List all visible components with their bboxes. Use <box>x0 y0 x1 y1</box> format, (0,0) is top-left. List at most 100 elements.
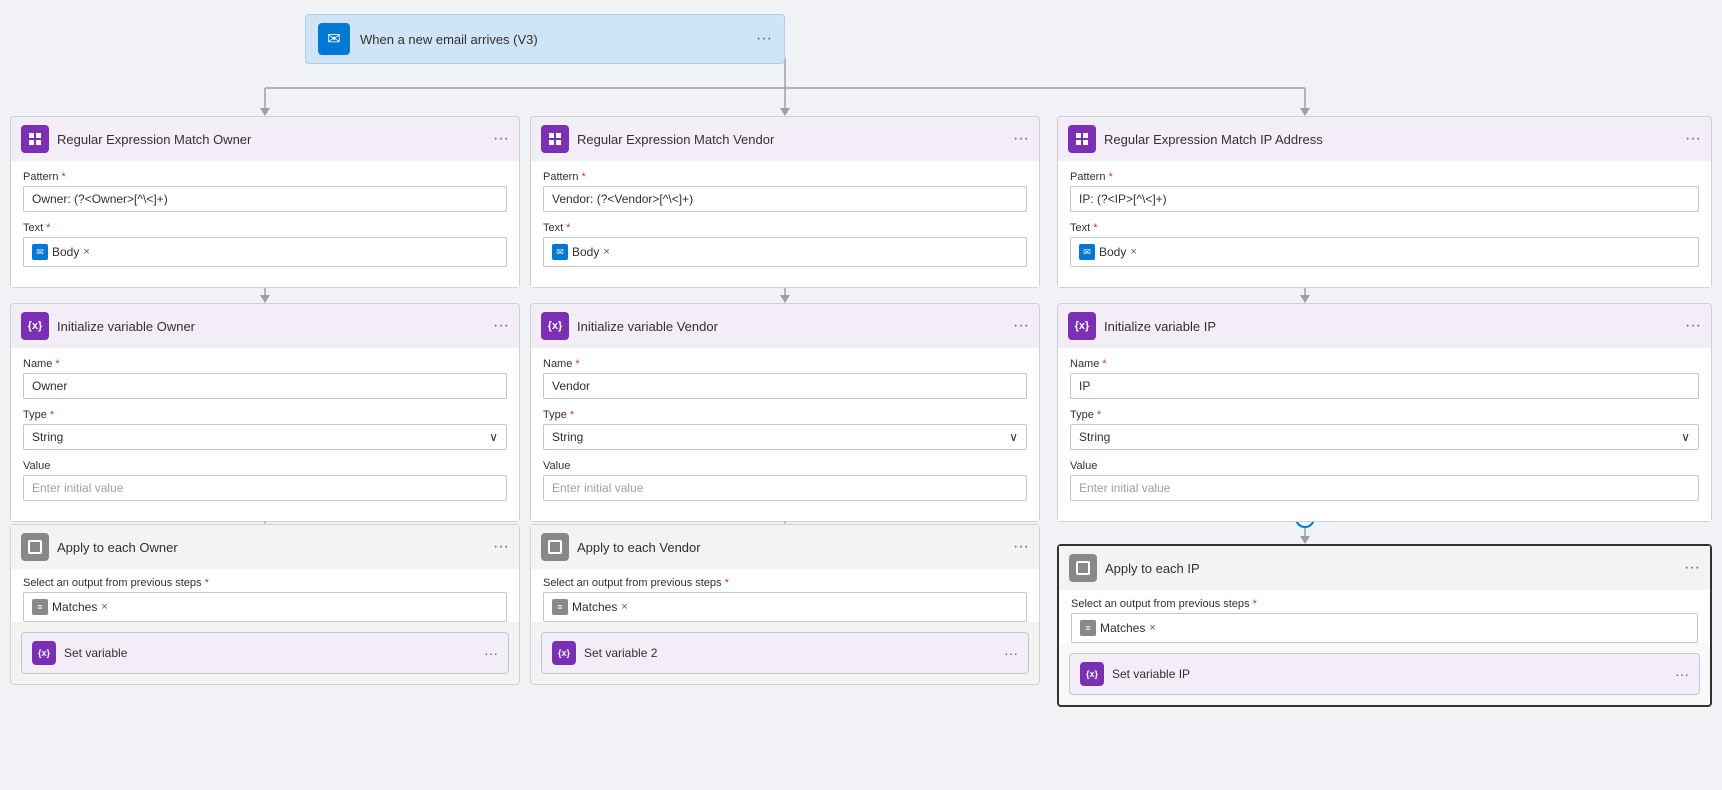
init-vendor-value-input[interactable]: Enter initial value <box>543 475 1027 501</box>
regex-ip-pattern-input[interactable]: IP: (?<IP>[^\<]+) <box>1070 186 1699 212</box>
init-owner-title: Initialize variable Owner <box>57 319 485 334</box>
regex-ip-pattern-label: Pattern * <box>1070 171 1699 183</box>
chevron-icon-vendor: ∨ <box>1009 430 1018 444</box>
init-owner-type-label: Type * <box>23 409 507 421</box>
apply-owner-title: Apply to each Owner <box>57 540 485 555</box>
matches-icon-owner: ≡ <box>32 599 48 615</box>
matches-close-ip[interactable]: × <box>1149 622 1155 634</box>
apply-owner-icon <box>21 533 49 561</box>
trigger-icon: ✉ <box>318 23 350 55</box>
vendor-body-tag-text: Body <box>572 245 599 259</box>
regex-ip-header: Regular Expression Match IP Address ··· <box>1058 117 1711 161</box>
apply-card-ip: Apply to each IP ··· Select an output fr… <box>1057 544 1712 707</box>
init-ip-type-select[interactable]: String ∨ <box>1070 424 1699 450</box>
apply-vendor-select-input[interactable]: ≡ Matches × <box>543 592 1027 622</box>
set-variable-vendor[interactable]: {x} Set variable 2 ··· <box>541 632 1029 674</box>
apply-ip-icon <box>1069 554 1097 582</box>
canvas: + ✉ When a new email arrives (V3) ··· Re… <box>0 0 1722 790</box>
apply-owner-select-label: Select an output from previous steps * <box>23 577 507 589</box>
apply-ip-select-input[interactable]: ≡ Matches × <box>1071 613 1698 643</box>
regex-owner-pattern-label: Pattern * <box>23 171 507 183</box>
set-variable-ip[interactable]: {x} Set variable IP ··· <box>1069 653 1700 695</box>
set-var-icon-owner: {x} <box>32 641 56 665</box>
vendor-body-tag-icon: ✉ <box>552 244 568 260</box>
regex-owner-text-input[interactable]: ✉ Body × <box>23 237 507 267</box>
init-owner-value-input[interactable]: Enter initial value <box>23 475 507 501</box>
ip-body-tag: ✉ Body × <box>1079 244 1137 260</box>
apply-vendor-select-label: Select an output from previous steps * <box>543 577 1027 589</box>
regex-card-vendor: Regular Expression Match Vendor ··· Patt… <box>530 116 1040 288</box>
init-ip-icon: {x} <box>1068 312 1096 340</box>
init-vendor-value-label: Value <box>543 460 1027 472</box>
body-tag-close[interactable]: × <box>83 246 89 258</box>
init-ip-value-label: Value <box>1070 460 1699 472</box>
matches-close-owner[interactable]: × <box>101 601 107 613</box>
init-vendor-name-label: Name * <box>543 358 1027 370</box>
set-variable-owner[interactable]: {x} Set variable ··· <box>21 632 509 674</box>
regex-owner-menu[interactable]: ··· <box>493 130 509 148</box>
init-ip-name-input[interactable]: IP <box>1070 373 1699 399</box>
ip-body-tag-close[interactable]: × <box>1130 246 1136 258</box>
matches-text-vendor: Matches <box>572 600 617 614</box>
regex-ip-text-input[interactable]: ✉ Body × <box>1070 237 1699 267</box>
init-card-owner-header: {x} Initialize variable Owner ··· <box>11 304 519 348</box>
matches-icon-ip: ≡ <box>1080 620 1096 636</box>
init-vendor-type-select[interactable]: String ∨ <box>543 424 1027 450</box>
apply-ip-title: Apply to each IP <box>1105 561 1676 576</box>
init-owner-menu[interactable]: ··· <box>493 317 509 335</box>
trigger-menu[interactable]: ··· <box>756 30 772 48</box>
apply-card-vendor: Apply to each Vendor ··· Select an outpu… <box>530 524 1040 685</box>
init-vendor-menu[interactable]: ··· <box>1013 317 1029 335</box>
init-card-ip: {x} Initialize variable IP ··· Name * IP… <box>1057 303 1712 522</box>
regex-owner-text-label: Text * <box>23 222 507 234</box>
apply-ip-body: Select an output from previous steps * ≡… <box>1059 590 1710 643</box>
regex-vendor-menu[interactable]: ··· <box>1013 130 1029 148</box>
init-owner-body: Name * Owner Type * String ∨ Value Enter… <box>11 348 519 521</box>
ip-body-tag-text: Body <box>1099 245 1126 259</box>
init-owner-value-label: Value <box>23 460 507 472</box>
regex-vendor-pattern-label: Pattern * <box>543 171 1027 183</box>
matches-close-vendor[interactable]: × <box>621 601 627 613</box>
matches-text-ip: Matches <box>1100 621 1145 635</box>
regex-vendor-text-input[interactable]: ✉ Body × <box>543 237 1027 267</box>
regex-ip-title: Regular Expression Match IP Address <box>1104 132 1677 147</box>
set-var-icon-ip: {x} <box>1080 662 1104 686</box>
init-ip-body: Name * IP Type * String ∨ Value Enter in… <box>1058 348 1711 521</box>
set-var-title-owner: Set variable <box>64 646 476 660</box>
matches-tag-ip: ≡ Matches × <box>1080 620 1156 636</box>
set-var-title-ip: Set variable IP <box>1112 667 1667 681</box>
set-var-menu-ip[interactable]: ··· <box>1675 666 1689 682</box>
regex-owner-pattern-input[interactable]: Owner: (?<Owner>[^\<]+) <box>23 186 507 212</box>
matches-tag-owner: ≡ Matches × <box>32 599 108 615</box>
set-var-menu-owner[interactable]: ··· <box>484 645 498 661</box>
ip-body-tag-icon: ✉ <box>1079 244 1095 260</box>
regex-vendor-text-label: Text * <box>543 222 1027 234</box>
trigger-node: ✉ When a new email arrives (V3) ··· <box>305 14 785 64</box>
regex-vendor-pattern-input[interactable]: Vendor: (?<Vendor>[^\<]+) <box>543 186 1027 212</box>
init-ip-value-input[interactable]: Enter initial value <box>1070 475 1699 501</box>
init-owner-icon: {x} <box>21 312 49 340</box>
vendor-body-tag-close[interactable]: × <box>603 246 609 258</box>
regex-owner-icon <box>21 125 49 153</box>
chevron-icon-ip: ∨ <box>1681 430 1690 444</box>
apply-ip-menu[interactable]: ··· <box>1684 559 1700 577</box>
init-ip-name-label: Name * <box>1070 358 1699 370</box>
apply-vendor-menu[interactable]: ··· <box>1013 538 1029 556</box>
init-ip-header: {x} Initialize variable IP ··· <box>1058 304 1711 348</box>
regex-vendor-icon <box>541 125 569 153</box>
trigger-title: When a new email arrives (V3) <box>360 32 746 47</box>
init-ip-menu[interactable]: ··· <box>1685 317 1701 335</box>
init-vendor-name-input[interactable]: Vendor <box>543 373 1027 399</box>
apply-owner-menu[interactable]: ··· <box>493 538 509 556</box>
apply-owner-body: Select an output from previous steps * ≡… <box>11 569 519 622</box>
set-var-menu-vendor[interactable]: ··· <box>1004 645 1018 661</box>
regex-ip-text-label: Text * <box>1070 222 1699 234</box>
apply-owner-select-input[interactable]: ≡ Matches × <box>23 592 507 622</box>
init-vendor-header: {x} Initialize variable Vendor ··· <box>531 304 1039 348</box>
init-owner-type-select[interactable]: String ∨ <box>23 424 507 450</box>
apply-vendor-title: Apply to each Vendor <box>577 540 1005 555</box>
regex-ip-menu[interactable]: ··· <box>1685 130 1701 148</box>
init-card-vendor: {x} Initialize variable Vendor ··· Name … <box>530 303 1040 522</box>
init-owner-name-input[interactable]: Owner <box>23 373 507 399</box>
init-ip-type-label: Type * <box>1070 409 1699 421</box>
